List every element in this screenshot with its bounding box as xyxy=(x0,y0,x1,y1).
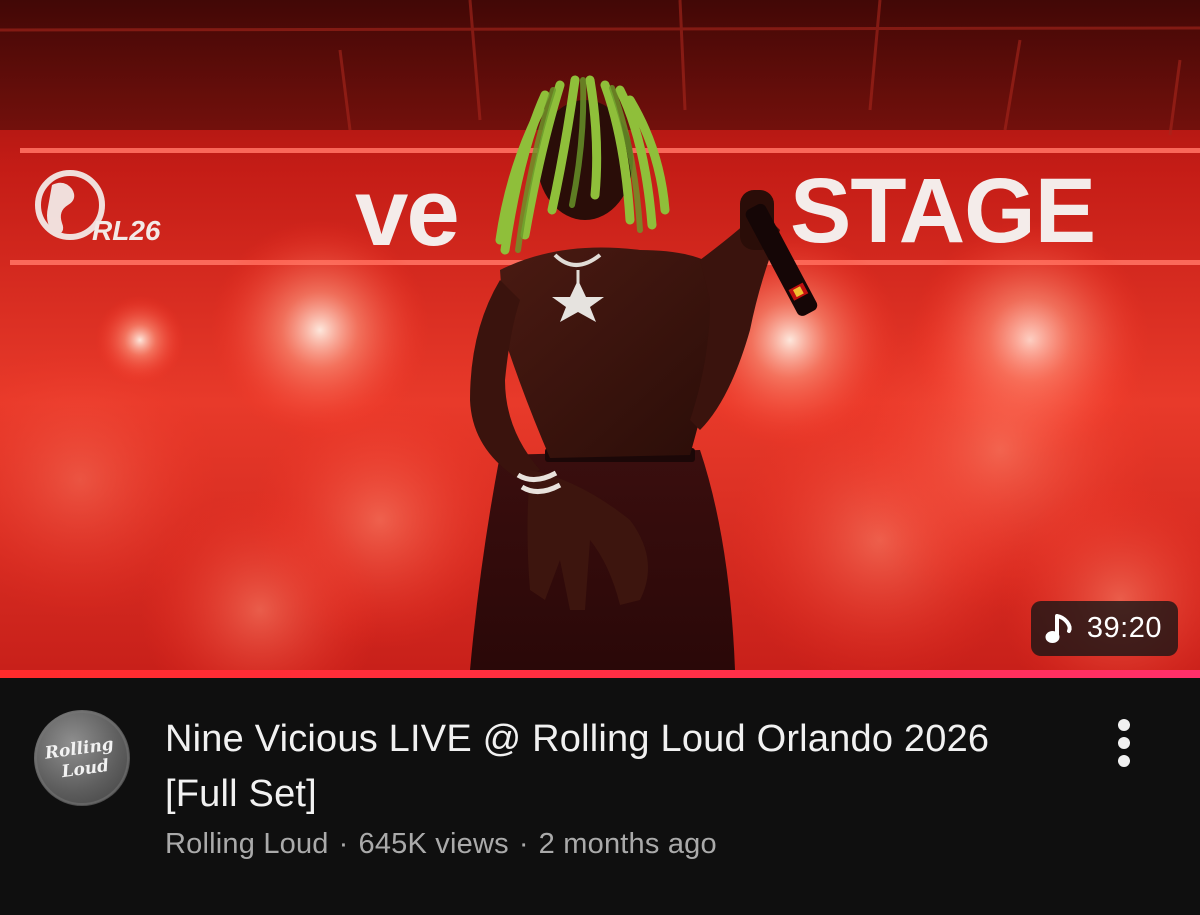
more-vertical-icon xyxy=(1114,718,1134,773)
stage-sign-partial: ve xyxy=(355,159,458,266)
video-title[interactable]: Nine Vicious LIVE @ Rolling Loud Orlando… xyxy=(165,712,1045,822)
meta-separator: · xyxy=(518,828,529,860)
watch-progress-bar xyxy=(0,670,1200,678)
channel-avatar[interactable]: Rolling Loud xyxy=(34,710,130,806)
video-metadata: Rolling Loud · 645K views · 2 months ago xyxy=(165,828,717,861)
music-note-icon xyxy=(1045,613,1075,645)
video-info: Rolling Loud Nine Vicious LIVE @ Rolling… xyxy=(0,678,1200,915)
duration-text: 39:20 xyxy=(1086,612,1162,644)
thumbnail-image: ve STAGE RL26 xyxy=(0,0,1200,670)
upload-age: 2 months ago xyxy=(538,828,717,860)
more-options-button[interactable] xyxy=(1098,714,1150,776)
meta-separator: · xyxy=(338,828,349,860)
stage-sign-word: STAGE xyxy=(790,160,1095,262)
channel-name[interactable]: Rolling Loud xyxy=(165,828,329,860)
view-count: 645K views xyxy=(358,828,509,860)
video-card[interactable]: ve STAGE RL26 39:20 Rolling Loud Nine Vi… xyxy=(0,0,1200,915)
video-thumbnail[interactable]: ve STAGE RL26 39:20 xyxy=(0,0,1200,670)
duration-badge: 39:20 xyxy=(1030,601,1178,656)
watch-progress-fill xyxy=(0,670,1200,678)
festival-logo-text: RL26 xyxy=(92,215,161,246)
